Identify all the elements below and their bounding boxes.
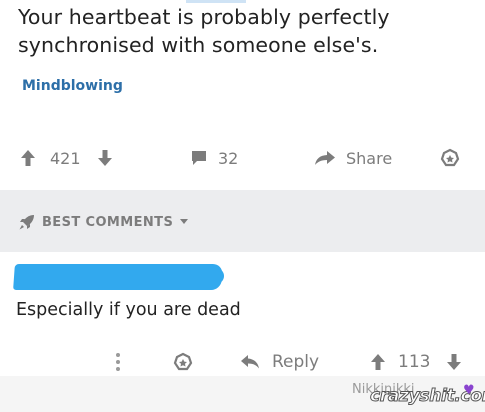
comment-sort-dropdown[interactable]: BEST COMMENTS	[18, 213, 189, 231]
comment-body: Especially if you are dead	[16, 300, 241, 320]
award-icon	[440, 148, 460, 167]
share-button[interactable]: Share	[314, 140, 392, 176]
arrow-down-icon	[98, 150, 112, 166]
post-score: 421	[50, 148, 81, 168]
comment-upvote-button[interactable]	[370, 344, 386, 380]
more-options-button[interactable]	[115, 344, 121, 380]
more-vertical-icon	[116, 353, 120, 371]
share-label: Share	[346, 148, 393, 168]
comment-icon	[192, 151, 206, 165]
arrow-down-icon	[447, 354, 461, 370]
comment-downvote-button[interactable]	[446, 344, 462, 380]
award-button[interactable]	[440, 140, 460, 176]
share-icon	[315, 151, 335, 165]
rocket-icon	[19, 215, 34, 230]
award-icon	[173, 352, 193, 371]
comments-button[interactable]: 32	[190, 140, 238, 176]
post-flair[interactable]: Mindblowing	[22, 78, 123, 94]
post-actions-bar: 421 32 Share	[0, 140, 485, 176]
caret-down-icon	[180, 219, 189, 224]
reply-label: Reply	[272, 352, 320, 372]
reply-button[interactable]: Reply	[240, 344, 319, 380]
comment-award-button[interactable]	[173, 344, 193, 380]
arrow-up-icon	[371, 354, 385, 370]
redacted-username-tail	[180, 268, 224, 284]
post-title: Your heartbeat is probably perfectly syn…	[18, 5, 390, 57]
sort-label: BEST COMMENTS	[42, 214, 174, 230]
heart-icon: ♥	[463, 383, 475, 398]
comments-count: 32	[218, 148, 239, 168]
arrow-up-icon	[21, 150, 35, 166]
reply-icon	[241, 355, 259, 369]
comment-actions-bar: Reply 113	[0, 344, 485, 376]
upvote-button[interactable]	[20, 140, 36, 176]
downvote-button[interactable]	[97, 140, 113, 176]
comment-score: 113	[398, 352, 431, 372]
